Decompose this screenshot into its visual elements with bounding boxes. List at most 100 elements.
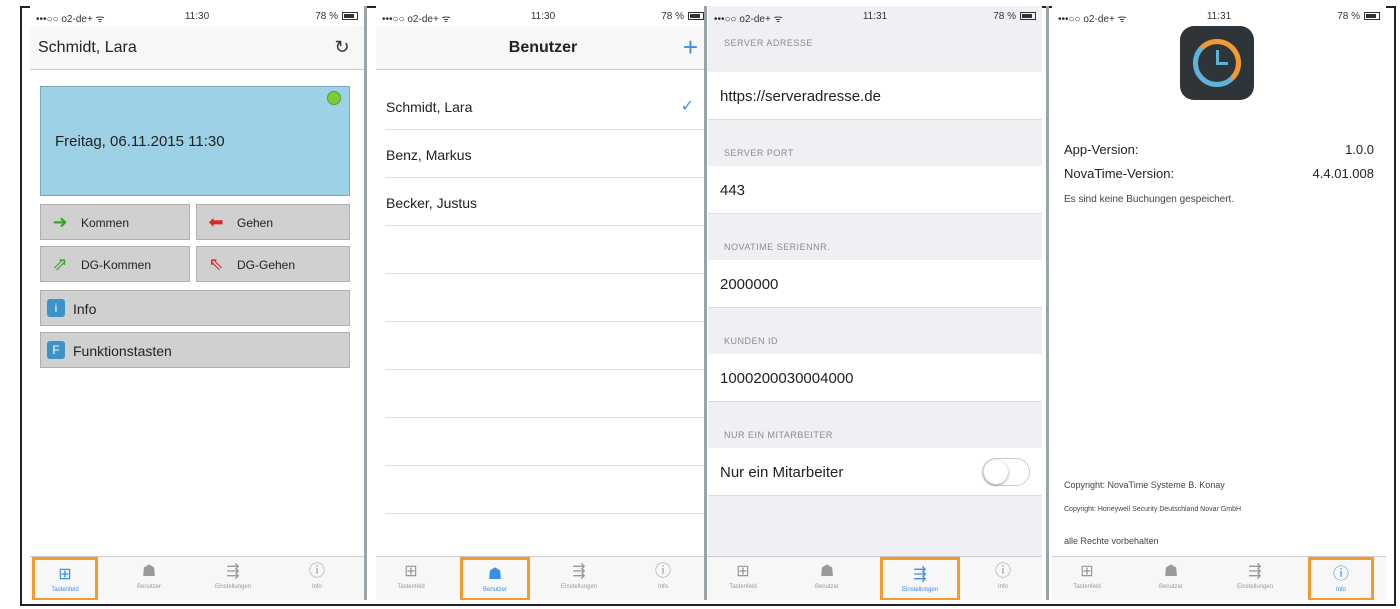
user-name: Benz, Markus — [386, 147, 472, 163]
novatime-version-row: NovaTime-Version: 4.4.01.008 — [1064, 166, 1374, 181]
datetime-label: Freitag, 06.11.2015 11:30 — [55, 133, 225, 150]
tab-label: Einstellungen — [560, 584, 598, 590]
user-row[interactable]: Schmidt, Lara ✓ — [386, 82, 704, 130]
user-row[interactable]: Benz, Markus — [386, 130, 704, 178]
empty-row — [386, 370, 704, 418]
business-trip-out-icon: ⇖ — [208, 254, 224, 274]
user-name: Schmidt, Lara — [386, 99, 473, 115]
empty-row — [386, 418, 704, 466]
settings-icon: ⇶ — [226, 563, 240, 580]
battery-percent: 78 % — [315, 11, 338, 22]
tab-info[interactable]: ⓘ Info — [970, 557, 1036, 600]
user-icon: ☗ — [819, 563, 835, 580]
novatime-version-value: 4.4.01.008 — [1312, 166, 1374, 181]
tab-keypad[interactable]: ⊞ Tastenfeld — [710, 557, 776, 600]
info-icon: ⓘ — [994, 563, 1011, 580]
tab-users[interactable]: ☗ Benutzer — [460, 557, 530, 600]
users-screen: •••○○ o2-de+ ᯤ 11:30 78 % Benutzer + Sch… — [376, 6, 710, 600]
app-version-label: App-Version: — [1064, 142, 1139, 157]
tab-label: Einstellungen — [901, 587, 939, 593]
server-port-value: 443 — [720, 182, 746, 199]
customer-id-value: 1000200030004000 — [720, 370, 854, 387]
info-button[interactable]: i Info — [40, 290, 350, 326]
clock-hand — [1216, 62, 1228, 65]
server-address-value: https://serveradresse.de — [720, 88, 881, 105]
tab-keypad[interactable]: ⊞ Tastenfeld — [378, 557, 444, 600]
screen-divider — [1046, 6, 1049, 600]
tab-settings[interactable]: ⇶ Einstellungen — [880, 557, 960, 600]
tab-info[interactable]: ⓘ Info — [630, 557, 696, 600]
dg-kommen-button[interactable]: ⇗ DG-Kommen — [40, 246, 190, 282]
keypad-screen: •••○○ o2-de+ ᯤ 11:30 78 % Schmidt, Lara … — [30, 6, 364, 600]
user-row[interactable]: Becker, Justus — [386, 178, 704, 226]
tab-users[interactable]: ☗ Benutzer — [1138, 557, 1204, 600]
customer-id-header: KUNDEN ID — [724, 336, 779, 346]
tab-info[interactable]: ⓘ Info — [284, 557, 350, 600]
kommen-button[interactable]: ➜ Kommen — [40, 204, 190, 240]
section-header: KUNDEN ID — [708, 308, 1042, 354]
tab-label: Tastenfeld — [51, 587, 79, 593]
gehen-button[interactable]: ⬅ Gehen — [196, 204, 350, 240]
tab-users[interactable]: ☗ Benutzer — [116, 557, 182, 600]
user-icon: ☗ — [487, 566, 503, 583]
info-icon: ⓘ — [308, 563, 325, 580]
tab-label: Benutzer — [1158, 584, 1183, 590]
keypad-icon: ⊞ — [736, 563, 750, 580]
tab-label: Info — [657, 584, 668, 590]
refresh-icon[interactable]: ↻ — [332, 37, 352, 57]
dg-gehen-label: DG-Gehen — [237, 258, 296, 272]
tab-bar: ⊞ Tastenfeld ☗ Benutzer ⇶ Einstellungen … — [376, 556, 710, 600]
gehen-label: Gehen — [237, 216, 274, 230]
carrier-label: •••○○ o2-de+ ᯤ — [382, 14, 451, 25]
settings-icon: ⇶ — [1248, 563, 1262, 580]
section-header: NUR EIN MITARBEITER — [708, 402, 1042, 448]
add-user-icon[interactable]: + — [683, 32, 698, 62]
datetime-panel: Freitag, 06.11.2015 11:30 — [40, 86, 350, 196]
tab-settings[interactable]: ⇶ Einstellungen — [1222, 557, 1288, 600]
screen-divider — [704, 6, 707, 600]
app-logo-icon — [1180, 26, 1254, 100]
single-employee-toggle[interactable] — [982, 458, 1030, 486]
tab-info[interactable]: ⓘ Info — [1308, 557, 1374, 600]
empty-row — [386, 226, 704, 274]
settings-icon: ⇶ — [913, 566, 927, 583]
tab-keypad[interactable]: ⊞ Tastenfeld — [1054, 557, 1120, 600]
serial-number-header: NOVATIME SERIENNR. — [724, 242, 831, 252]
copyright-line: Copyright: Honeywell Security Deutschlan… — [1064, 506, 1242, 513]
server-port-field[interactable]: 443 — [708, 166, 1042, 214]
single-employee-row: Nur ein Mitarbeiter — [708, 448, 1042, 496]
status-bar: •••○○ o2-de+ ᯤ 11:30 78 % — [376, 6, 710, 26]
carrier-label: •••○○ o2-de+ ᯤ — [36, 14, 105, 25]
dg-gehen-button[interactable]: ⇖ DG-Gehen — [196, 246, 350, 282]
tab-users[interactable]: ☗ Benutzer — [794, 557, 860, 600]
serial-number-field[interactable]: 2000000 — [708, 260, 1042, 308]
customer-id-field[interactable]: 1000200030004000 — [708, 354, 1042, 402]
empty-row — [386, 322, 704, 370]
function-keys-button[interactable]: F Funktionstasten — [40, 332, 350, 368]
tab-bar: ⊞ Tastenfeld ☗ Benutzer ⇶ Einstellungen … — [708, 556, 1042, 600]
tab-label: Info — [997, 584, 1008, 590]
section-header: SERVER ADRESSE — [708, 26, 1042, 72]
arrow-out-icon: ⬅ — [208, 212, 224, 232]
status-time: 11:30 — [530, 11, 556, 22]
status-bar: •••○○ o2-de+ ᯤ 11:31 78 % — [1052, 6, 1386, 26]
checkmark-icon: ✓ — [680, 98, 694, 115]
app-version-value: 1.0.0 — [1345, 142, 1374, 157]
info-badge-icon: i — [47, 299, 65, 317]
novatime-version-label: NovaTime-Version: — [1064, 166, 1175, 181]
screen-divider — [364, 6, 367, 600]
battery-icon — [342, 12, 358, 20]
tab-keypad[interactable]: ⊞ Tastenfeld — [32, 557, 98, 600]
info-screen: •••○○ o2-de+ ᯤ 11:31 78 % App-Version: 1… — [1052, 6, 1386, 600]
tab-settings[interactable]: ⇶ Einstellungen — [546, 557, 612, 600]
tab-label: Benutzer — [814, 584, 839, 590]
server-address-header: SERVER ADRESSE — [724, 38, 813, 48]
server-address-field[interactable]: https://serveradresse.de — [708, 72, 1042, 120]
nav-bar: Schmidt, Lara ↻ — [30, 26, 364, 70]
section-header: SERVER PORT — [708, 120, 1042, 166]
status-bar: •••○○ o2-de+ ᯤ 11:30 78 % — [30, 6, 364, 26]
tab-settings[interactable]: ⇶ Einstellungen — [200, 557, 266, 600]
battery-percent: 78 % — [993, 11, 1016, 22]
online-status-icon — [327, 91, 341, 105]
user-icon: ☗ — [1163, 563, 1179, 580]
